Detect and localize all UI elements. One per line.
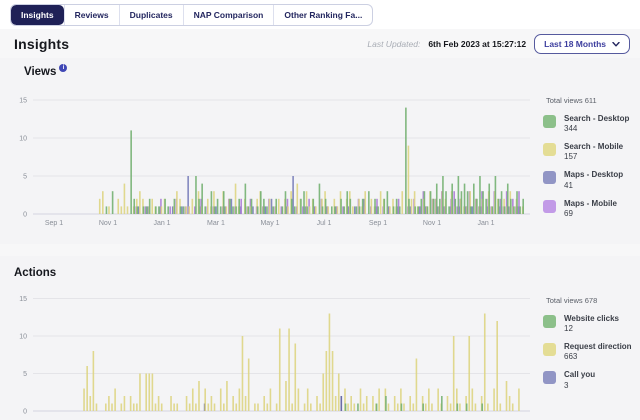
legend-item: Maps - Desktop 41 — [543, 170, 638, 189]
actions-section: Actions 0 5 10 15 Total views 678 Website c… — [0, 256, 640, 420]
legend-item: Maps - Mobile69 — [543, 199, 638, 218]
svg-text:Nov 1: Nov 1 — [423, 220, 441, 227]
chevron-down-icon — [612, 42, 620, 47]
legend-label: Maps - Mobile — [564, 199, 617, 208]
legend-item: Website clicks12 — [543, 314, 638, 333]
svg-text:15: 15 — [19, 296, 27, 303]
top-tab-strip: InsightsReviewsDuplicatesNAP ComparisonO… — [0, 0, 640, 29]
legend-value: 663 — [564, 352, 632, 361]
actions-total: Total views 678 — [546, 296, 638, 305]
tab-nap-comparison[interactable]: NAP Comparison — [183, 5, 274, 25]
svg-text:Nov 1: Nov 1 — [99, 220, 117, 227]
legend-value: 157 — [564, 152, 623, 161]
actions-chart: 0 5 10 15 — [0, 288, 540, 420]
tab-reviews[interactable]: Reviews — [64, 5, 119, 25]
legend-swatch — [543, 343, 556, 356]
legend-value: 344 — [564, 124, 629, 133]
last-updated-label: Last Updated: — [367, 39, 420, 49]
svg-text:Jan 1: Jan 1 — [477, 220, 494, 227]
views-chart: 0 5 10 15 Sep 1 Nov 1 Jan 1 Mar 1 May 1 Jul 1 Sep … — [0, 86, 540, 238]
legend-swatch — [543, 315, 556, 328]
legend-label: Request direction — [564, 342, 632, 351]
svg-text:0: 0 — [23, 409, 27, 416]
views-legend: Total views 611 Search - Desktop344Searc… — [543, 96, 638, 227]
legend-swatch — [543, 143, 556, 156]
tab-insights[interactable]: Insights — [11, 5, 64, 25]
svg-text:Sep 1: Sep 1 — [369, 220, 387, 227]
tab-other-ranking-fa[interactable]: Other Ranking Fa... — [273, 5, 372, 25]
page-header: Insights Last Updated: 6th Feb 2023 at 1… — [0, 34, 640, 60]
svg-text:Jan 1: Jan 1 — [153, 220, 170, 227]
legend-item: Search - Desktop344 — [543, 114, 638, 133]
page-title: Insights — [14, 36, 69, 52]
legend-swatch — [543, 171, 556, 184]
svg-text:5: 5 — [23, 371, 27, 378]
svg-text:5: 5 — [23, 174, 27, 181]
svg-text:0: 0 — [23, 212, 27, 219]
legend-swatch — [543, 371, 556, 384]
legend-value: 12 — [564, 324, 619, 333]
legend-swatch — [543, 200, 556, 213]
legend-item: Search - Mobile157 — [543, 142, 638, 161]
date-range-dropdown[interactable]: Last 18 Months — [534, 34, 630, 54]
legend-value: 3 — [564, 381, 595, 390]
legend-item: Call you 3 — [543, 370, 638, 389]
legend-label: Search - Mobile — [564, 142, 623, 151]
actions-title-text: Actions — [14, 267, 56, 279]
legend-label: Website clicks — [564, 314, 619, 323]
legend-label: Call you — [564, 370, 595, 379]
tab-bar: InsightsReviewsDuplicatesNAP ComparisonO… — [10, 4, 373, 26]
legend-item: Request direction663 — [543, 342, 638, 361]
svg-text:15: 15 — [19, 98, 27, 105]
svg-text:Mar 1: Mar 1 — [207, 220, 225, 227]
date-range-label: Last 18 Months — [544, 39, 606, 49]
legend-label: Maps - Desktop — [564, 170, 623, 179]
legend-value: 41 — [564, 181, 623, 190]
tab-duplicates[interactable]: Duplicates — [119, 5, 183, 25]
views-total: Total views 611 — [546, 96, 638, 105]
legend-swatch — [543, 115, 556, 128]
svg-text:10: 10 — [19, 334, 27, 341]
actions-section-title: Actions — [14, 267, 56, 279]
views-title-text: Views — [24, 66, 56, 78]
svg-text:May 1: May 1 — [260, 220, 279, 227]
last-updated-value: 6th Feb 2023 at 15:27:12 — [428, 39, 526, 49]
svg-text:10: 10 — [19, 136, 27, 143]
actions-legend: Total views 678 Website clicks12 Request … — [543, 296, 638, 399]
legend-label: Search - Desktop — [564, 114, 629, 123]
svg-text:Jul 1: Jul 1 — [317, 220, 332, 227]
views-section: Views i 0 5 10 15 Sep 1 Nov 1 Jan 1 Mar 1 May 1 J… — [0, 58, 640, 244]
views-section-title: Views i — [24, 66, 67, 78]
legend-value: 69 — [564, 209, 617, 218]
svg-text:Sep 1: Sep 1 — [45, 220, 63, 227]
info-icon[interactable]: i — [59, 64, 67, 72]
